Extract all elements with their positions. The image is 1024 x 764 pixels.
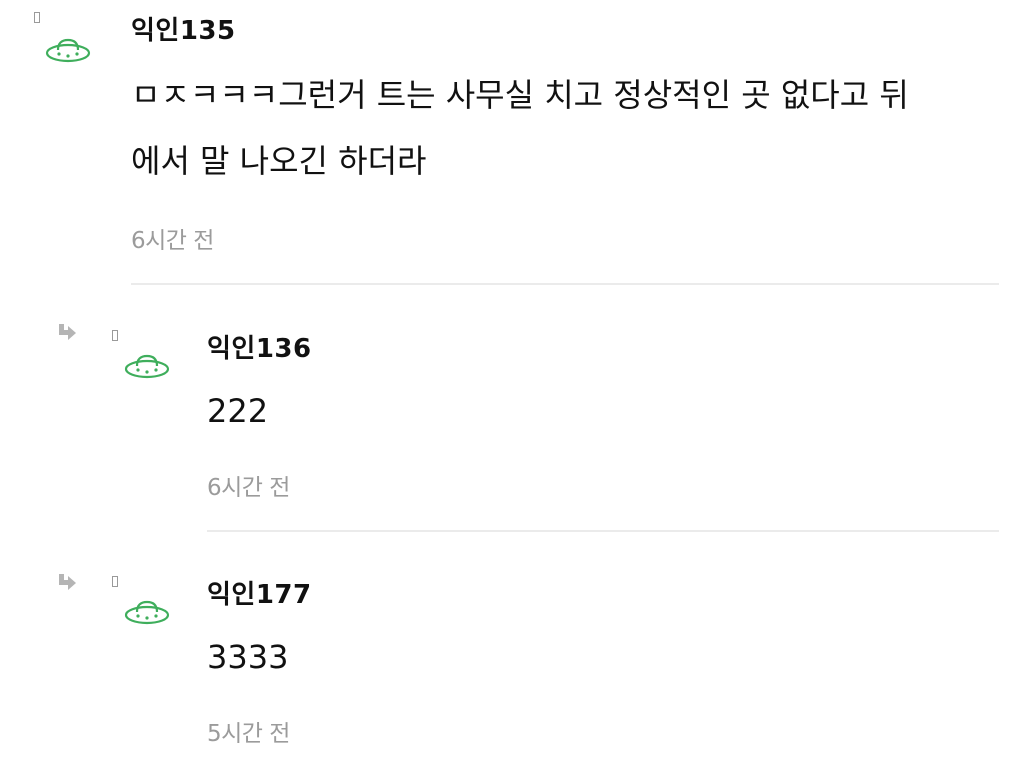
ufo-icon [45,38,91,63]
comment-item: 익인135 ㅁㅈㅋㅋㅋ그런거 트는 사무실 치고 정상적인 곳 없다고 뒤 에서… [0,0,1024,286]
marker-icon [112,576,118,587]
comment-timestamp: 6시간 전 [131,228,214,254]
ufo-icon [124,354,170,379]
reply-item: 익인177 3333 5시간 전 [0,534,1024,764]
comment-body-line: ㅁㅈㅋㅋㅋ그런거 트는 사무실 치고 정상적인 곳 없다고 뒤 [131,76,909,114]
comment-body: ㅁㅈㅋㅋㅋ그런거 트는 사무실 치고 정상적인 곳 없다고 뒤 에서 말 나오긴… [131,62,1011,194]
reply-body: 222 [207,378,268,444]
reply-arrow-icon [59,574,76,590]
reply-arrow-icon [59,324,76,340]
marker-icon [112,330,118,341]
comment-body-line: 에서 말 나오긴 하더라 [131,142,427,180]
reply-body-line: 222 [207,392,269,430]
reply-item: 익인136 222 6시간 전 [0,286,1024,534]
reply-body-line: 3333 [207,638,289,676]
reply-body: 3333 [207,624,288,690]
ufo-icon [124,600,170,625]
comment-divider [131,283,999,285]
reply-author[interactable]: 익인177 [207,574,312,611]
reply-divider [207,530,999,532]
reply-timestamp: 6시간 전 [207,475,290,501]
comment-author[interactable]: 익인135 [131,10,236,47]
marker-icon [34,12,40,23]
reply-timestamp: 5시간 전 [207,721,290,747]
reply-author[interactable]: 익인136 [207,328,312,365]
